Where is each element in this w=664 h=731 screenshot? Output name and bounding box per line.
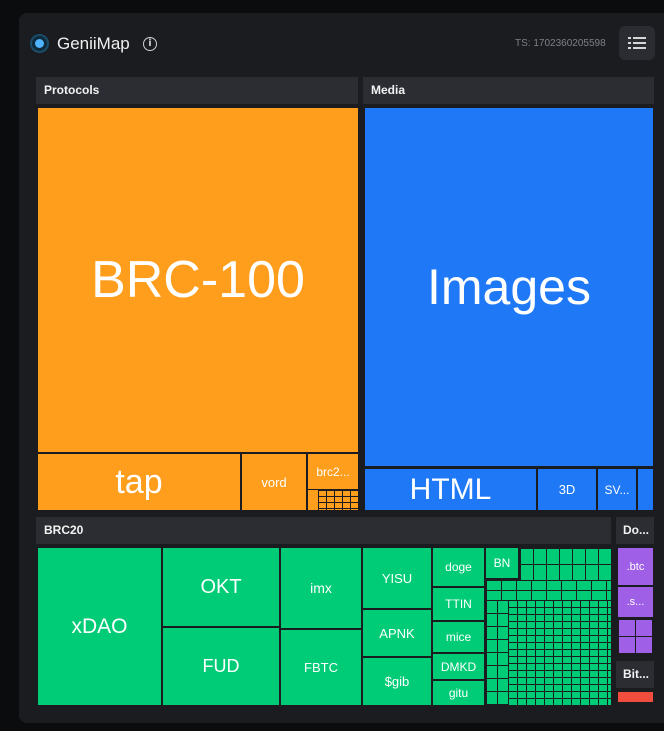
tile-brc2[interactable]: brc2... bbox=[308, 454, 358, 489]
section-header-media: Media bbox=[363, 77, 654, 104]
tile-images[interactable]: Images bbox=[365, 108, 653, 466]
app-title: GeniiMap bbox=[57, 34, 130, 53]
tile-fud[interactable]: FUD bbox=[163, 628, 279, 705]
tile-doge[interactable]: doge bbox=[433, 548, 484, 586]
brc20-grid-mid bbox=[486, 580, 611, 600]
protocols-tiny-grid bbox=[318, 490, 358, 510]
section-header-brc20: BRC20 bbox=[36, 517, 611, 544]
tile-dmkd[interactable]: DMKD bbox=[433, 654, 484, 679]
brc20-grid-left bbox=[486, 600, 508, 705]
brc20-grid-top bbox=[520, 548, 611, 580]
tile-xdao[interactable]: xDAO bbox=[38, 548, 161, 705]
info-icon[interactable]: i bbox=[143, 37, 157, 51]
brc20-grid-bottom bbox=[508, 600, 611, 705]
tile-imx[interactable]: imx bbox=[281, 548, 361, 628]
tile-ttin[interactable]: TTIN bbox=[433, 588, 484, 620]
tile-fbtc[interactable]: FBTC bbox=[281, 630, 361, 705]
tile-bn[interactable]: BN bbox=[486, 548, 518, 578]
tile-btc[interactable]: .btc bbox=[618, 548, 653, 585]
tile-html[interactable]: HTML bbox=[365, 469, 536, 510]
tile-gib[interactable]: $gib bbox=[363, 658, 431, 705]
tile-apnk[interactable]: APNK bbox=[363, 610, 431, 656]
list-menu-button[interactable] bbox=[619, 26, 655, 60]
domains-grid bbox=[618, 619, 653, 653]
tile-bitmap[interactable] bbox=[618, 692, 653, 702]
timestamp: TS: 1702360205598 bbox=[515, 38, 606, 49]
tile-brc-100[interactable]: BRC-100 bbox=[38, 108, 358, 452]
section-header-bitmap: Bit... bbox=[616, 661, 654, 688]
tile-okt[interactable]: OKT bbox=[163, 548, 279, 626]
genii-logo-icon bbox=[30, 34, 49, 53]
tile-yisu[interactable]: YISU bbox=[363, 548, 431, 608]
tile-mice[interactable]: mice bbox=[433, 622, 484, 652]
tile-media-other[interactable] bbox=[638, 469, 653, 510]
tile-tap[interactable]: tap bbox=[38, 454, 240, 510]
tile-vord[interactable]: vord bbox=[242, 454, 306, 510]
section-header-protocols: Protocols bbox=[36, 77, 358, 104]
section-header-domains: Do... bbox=[616, 517, 654, 544]
tile-3d[interactable]: 3D bbox=[538, 469, 596, 510]
tile-svg[interactable]: SV... bbox=[598, 469, 636, 510]
tile-gitu[interactable]: gitu bbox=[433, 681, 484, 705]
tile-s[interactable]: .s... bbox=[618, 587, 653, 617]
